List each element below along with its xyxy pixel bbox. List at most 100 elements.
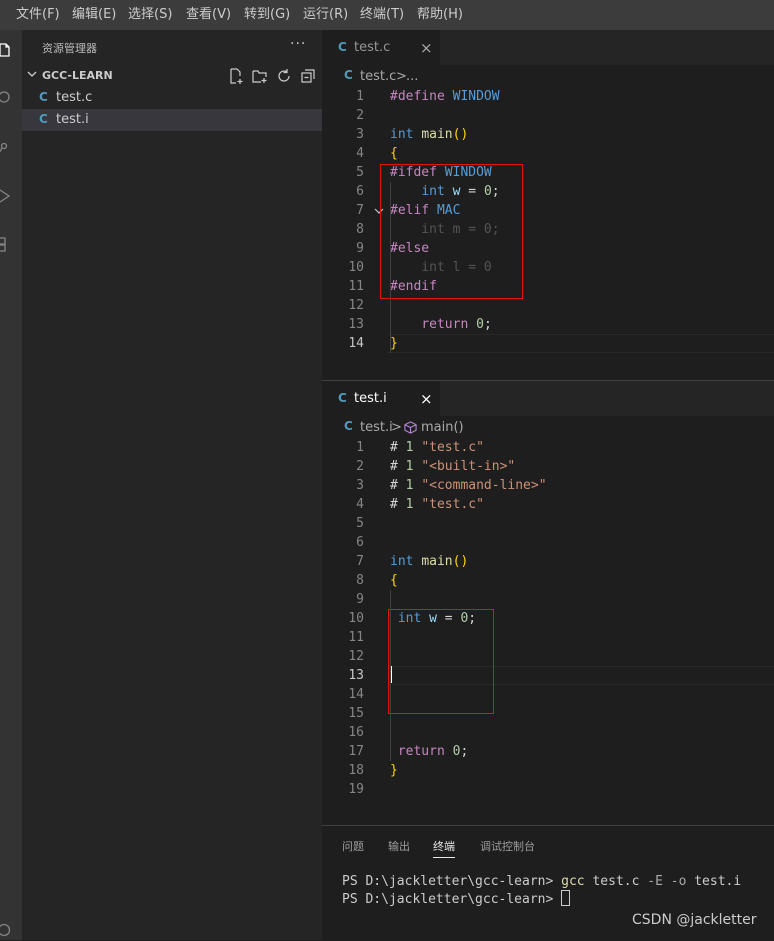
code-text: return 0; — [390, 315, 492, 334]
close-icon[interactable]: × — [420, 39, 433, 57]
line-number: 12 — [348, 298, 364, 313]
code-text: { — [390, 144, 398, 163]
tab-output[interactable]: 输出 — [388, 838, 410, 854]
menu-selection[interactable]: 选择(S) — [128, 0, 172, 30]
line-number: 6 — [356, 184, 364, 199]
line-number: 1 — [356, 440, 364, 455]
line-number: 14 — [348, 336, 364, 351]
code-token: int — [390, 127, 422, 142]
code-line[interactable]: 5 — [322, 514, 774, 533]
file-name: test.i — [56, 112, 89, 127]
menu-file[interactable]: 文件(F) — [16, 0, 60, 30]
menu-terminal[interactable]: 终端(T) — [360, 0, 404, 30]
code-text: return 0; — [390, 742, 468, 761]
code-line[interactable]: 3 # 1 "<command-line>" — [322, 476, 774, 495]
tab-problems[interactable]: 问题 — [342, 838, 364, 854]
code-line[interactable]: 1 #define WINDOW — [322, 87, 774, 106]
menu-view[interactable]: 查看(V) — [186, 0, 231, 30]
code-line[interactable]: 18} — [322, 761, 774, 780]
more-actions-button[interactable]: ··· — [290, 36, 306, 52]
code-line[interactable]: 19 — [322, 780, 774, 799]
tab-debug-console[interactable]: 调试控制台 — [480, 838, 535, 854]
tab-bar: C test.i × — [322, 381, 774, 416]
run-debug-icon[interactable] — [0, 188, 12, 204]
code-line[interactable]: 2 — [322, 106, 774, 125]
workspace-name: GCC-LEARN — [42, 69, 113, 82]
breadcrumb: C test.c > ... — [322, 65, 774, 87]
c-file-icon: C — [344, 68, 353, 82]
file-item-test-i[interactable]: C test.i — [22, 109, 322, 131]
method-cube-icon — [404, 421, 417, 434]
breadcrumb-file[interactable]: test.c — [360, 69, 396, 84]
code-token: "test.c" — [421, 440, 484, 455]
code-line[interactable]: 7 int main() — [322, 552, 774, 571]
menu-run[interactable]: 运行(R) — [303, 0, 348, 30]
code-token: "<built-in>" — [421, 459, 516, 474]
breadcrumb-file[interactable]: test.i — [360, 420, 393, 435]
menu-go[interactable]: 转到(G) — [244, 0, 290, 30]
file-name: test.c — [56, 90, 93, 105]
code-text: } — [390, 334, 398, 353]
tab-test-i[interactable]: C test.i × — [322, 381, 440, 416]
code-line[interactable]: 8{ — [322, 571, 774, 590]
code-text: int main() — [390, 125, 468, 144]
code-token: } — [390, 336, 398, 351]
new-file-icon[interactable] — [228, 68, 244, 84]
line-number: 4 — [356, 497, 364, 512]
refresh-icon[interactable] — [276, 68, 292, 84]
code-token: ; — [483, 317, 492, 332]
extensions-icon[interactable] — [0, 236, 12, 252]
account-icon[interactable] — [0, 922, 12, 938]
code-text: # 1 "<built-in>" — [390, 457, 515, 476]
breadcrumb-symbol[interactable]: main() — [421, 420, 464, 435]
code-token: } — [390, 763, 398, 778]
line-number: 8 — [356, 573, 364, 588]
indent-guide — [390, 182, 391, 353]
menu-edit[interactable]: 编辑(E) — [72, 0, 116, 30]
editor-group-test-c: C test.c × C test.c > ... 1 #define WINDO… — [322, 30, 774, 380]
c-file-icon: C — [344, 419, 353, 433]
terminal-line[interactable]: PS D:\jackletter\gcc-learn> gcc test.c -… — [342, 873, 741, 890]
code-line[interactable]: 6 — [322, 533, 774, 552]
line-number: 9 — [356, 592, 364, 607]
code-text: # 1 "test.c" — [390, 495, 484, 514]
line-number: 11 — [348, 630, 364, 645]
workspace-section-header[interactable]: GCC-LEARN — [22, 66, 322, 86]
code-token: WINDOW — [452, 89, 500, 104]
code-token: return — [421, 317, 477, 332]
line-number: 8 — [356, 222, 364, 237]
source-control-icon[interactable] — [0, 140, 12, 156]
c-file-icon: C — [39, 90, 48, 104]
tab-test-c[interactable]: C test.c × — [322, 30, 440, 65]
search-icon[interactable] — [0, 90, 12, 106]
files-icon[interactable] — [0, 42, 12, 58]
line-number: 7 — [356, 203, 364, 218]
line-number: 4 — [356, 146, 364, 161]
line-number: 7 — [356, 554, 364, 569]
line-number: 13 — [348, 317, 364, 332]
tab-label: test.c — [354, 40, 391, 55]
menu-bar: 文件(F) 编辑(E) 选择(S) 查看(V) 转到(G) 运行(R) 终端(T… — [0, 0, 774, 30]
file-item-test-c[interactable]: C test.c — [22, 87, 322, 109]
line-number: 2 — [356, 108, 364, 123]
terminal-command: gcc — [561, 874, 585, 889]
code-token: { — [390, 146, 398, 161]
terminal-line[interactable]: PS D:\jackletter\gcc-learn> — [342, 890, 571, 908]
code-text: #define WINDOW — [390, 87, 500, 106]
terminal-prompt: PS D:\jackletter\gcc-learn> — [342, 874, 562, 889]
breadcrumb-more[interactable]: ... — [406, 69, 418, 84]
code-line[interactable]: 4 # 1 "test.c" — [322, 495, 774, 514]
collapse-all-icon[interactable] — [300, 68, 316, 84]
code-token: 1 — [405, 440, 422, 455]
code-line[interactable]: 2 # 1 "<built-in>" — [322, 457, 774, 476]
menu-help[interactable]: 帮助(H) — [417, 0, 463, 30]
new-folder-icon[interactable] — [252, 68, 268, 84]
close-icon[interactable]: × — [420, 390, 433, 408]
code-line[interactable]: 3 int main() — [322, 125, 774, 144]
code-line[interactable]: 4{ — [322, 144, 774, 163]
code-text: { — [390, 571, 398, 590]
tab-bar: C test.c × — [322, 30, 774, 65]
explorer-title: 资源管理器 — [42, 42, 97, 55]
code-line[interactable]: 1 # 1 "test.c" — [322, 438, 774, 457]
tab-terminal[interactable]: 终端 — [433, 838, 455, 858]
